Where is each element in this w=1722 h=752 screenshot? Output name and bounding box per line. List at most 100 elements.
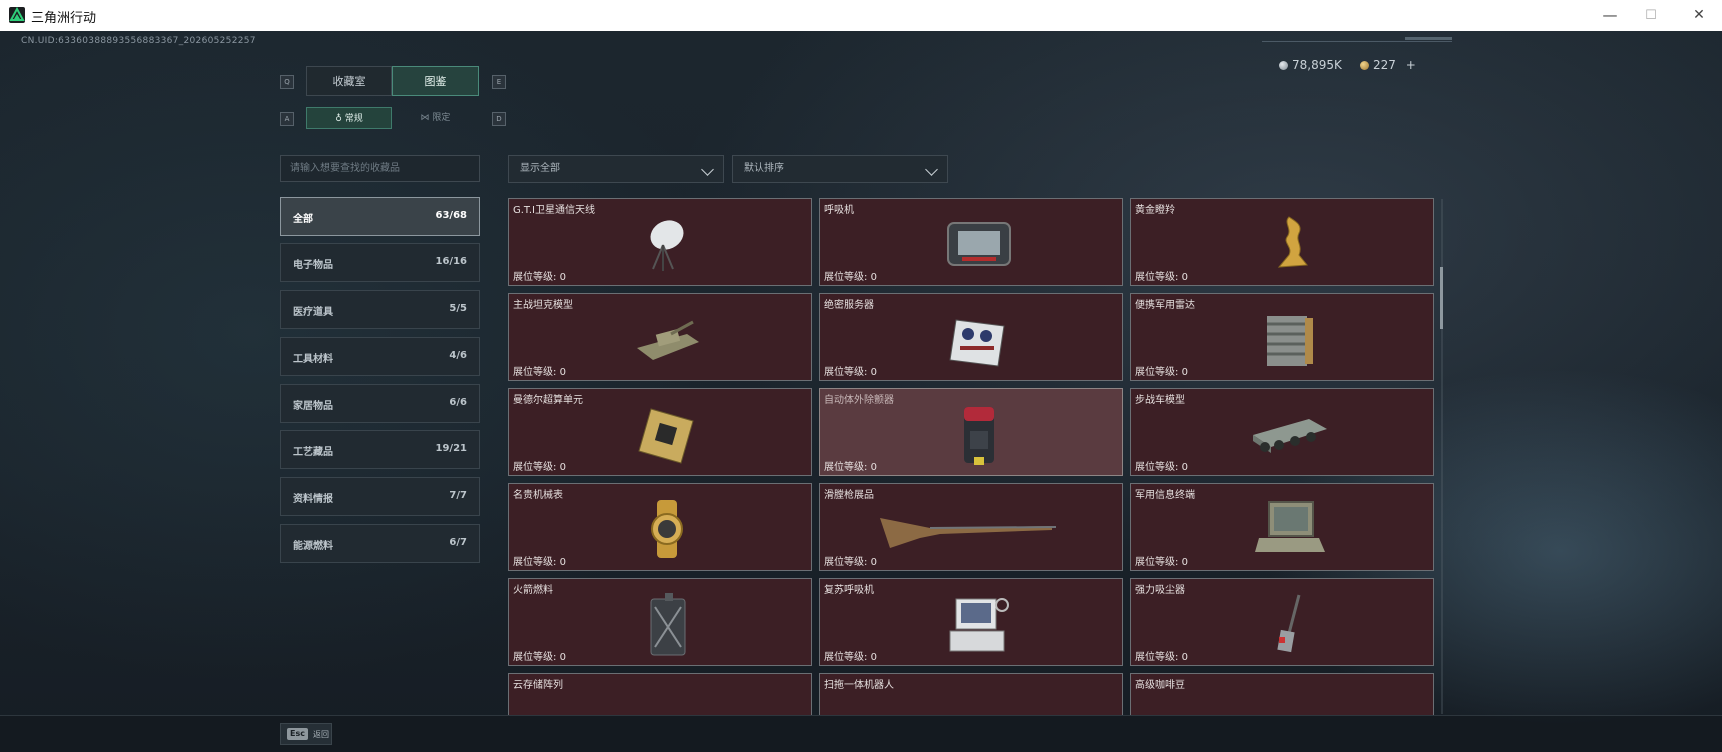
subtab-regular-label: 常规 (344, 114, 363, 124)
key-hint-d: D (492, 112, 506, 126)
item-name: 自动体外除颤器 (824, 395, 894, 406)
ventilator-icon (947, 222, 1011, 266)
item-level: 展位等级: 0 (513, 557, 566, 568)
filter-dropdown-value: 显示全部 (520, 163, 560, 174)
minimize-button[interactable]: — (1587, 0, 1633, 31)
item-name: G.T.I卫星通信天线 (513, 205, 595, 216)
radar-icon (1267, 316, 1313, 366)
category-household[interactable]: 家居物品 6/6 (280, 384, 480, 423)
sort-dropdown[interactable]: 默认排序 (732, 155, 948, 183)
item-name: 复苏呼吸机 (824, 585, 874, 596)
resuscitator-icon (949, 598, 1009, 652)
item-level: 展位等级: 0 (824, 462, 877, 473)
close-button[interactable]: ✕ (1676, 0, 1722, 31)
item-card[interactable]: 绝密服务器 展位等级: 0 (819, 293, 1123, 381)
key-hint-e: E (492, 75, 506, 89)
item-level: 展位等级: 0 (824, 272, 877, 283)
category-crafts[interactable]: 工艺藏品 19/21 (280, 430, 480, 469)
item-name: 主战坦克模型 (513, 300, 573, 311)
item-level: 展位等级: 0 (1135, 557, 1188, 568)
subtab-limited-label: 限定 (432, 113, 451, 123)
item-name: 高级咖啡豆 (1135, 680, 1185, 691)
search-input[interactable]: 请输入想要查找的收藏品 (280, 155, 480, 182)
item-name: 呼吸机 (824, 205, 854, 216)
window-titlebar: 三角洲行动 — ☐ ✕ (0, 0, 1722, 32)
tab-codex[interactable]: 图鉴 (392, 66, 479, 96)
back-label: 返回 (313, 730, 329, 739)
item-card[interactable]: 呼吸机 展位等级: 0 (819, 198, 1123, 286)
category-all[interactable]: 全部 63/68 (280, 197, 480, 236)
item-card[interactable]: 强力吸尘器 展位等级: 0 (1130, 578, 1434, 666)
item-name: 火箭燃料 (513, 585, 553, 596)
bottom-bar (0, 715, 1722, 752)
satellite-dish-icon (650, 220, 684, 271)
item-card[interactable]: 步战车模型 展位等级: 0 (1130, 388, 1434, 476)
watch-icon (651, 500, 683, 558)
item-card[interactable]: 曼德尔超算单元 展位等级: 0 (508, 388, 812, 476)
subtab-regular[interactable]: ♁ 常规 (306, 107, 392, 129)
vacuum-icon (1277, 594, 1301, 653)
category-tools[interactable]: 工具材料 4/6 (280, 337, 480, 376)
item-level: 展位等级: 0 (513, 272, 566, 283)
item-card[interactable]: 自动体外除颤器 展位等级: 0 (819, 388, 1123, 476)
terminal-icon (1255, 501, 1325, 552)
fuel-can-icon (650, 593, 686, 656)
supercomputer-unit-icon (638, 408, 694, 464)
item-card[interactable]: 主战坦克模型 展位等级: 0 (508, 293, 812, 381)
item-card[interactable]: 名贵机械表 展位等级: 0 (508, 483, 812, 571)
key-hint-q: Q (280, 75, 294, 89)
window-title: 三角洲行动 (31, 11, 97, 26)
currency-gold: 227 + (1360, 58, 1416, 72)
item-name: 云存储阵列 (513, 680, 563, 691)
category-energy[interactable]: 能源燃料 6/7 (280, 524, 480, 563)
item-name: 黄金瞪羚 (1135, 205, 1175, 216)
item-name: 曼德尔超算单元 (513, 395, 583, 406)
item-name: 滑膛枪展品 (824, 490, 874, 501)
item-name: 强力吸尘器 (1135, 585, 1185, 596)
tank-model-icon (637, 320, 699, 360)
category-medical[interactable]: 医疗道具 5/5 (280, 290, 480, 329)
esc-key-hint: Esc (287, 728, 308, 740)
decoration-line (1262, 41, 1452, 42)
key-hint-a: A (280, 112, 294, 126)
limited-icon: ⋈ (420, 113, 430, 123)
item-card[interactable]: 滑膛枪展品 展位等级: 0 (819, 483, 1123, 571)
golden-gazelle-icon (1277, 216, 1308, 268)
item-card[interactable]: 便携军用雷达 展位等级: 0 (1130, 293, 1434, 381)
item-level: 展位等级: 0 (824, 557, 877, 568)
item-name: 绝密服务器 (824, 300, 874, 311)
item-level: 展位等级: 0 (1135, 462, 1188, 473)
category-electronics[interactable]: 电子物品 16/16 (280, 243, 480, 282)
item-level: 展位等级: 0 (1135, 367, 1188, 378)
item-level: 展位等级: 0 (1135, 272, 1188, 283)
add-currency-button[interactable]: + (1406, 58, 1416, 72)
defibrillator-icon (964, 407, 994, 465)
back-button[interactable]: Esc 返回 (280, 723, 332, 745)
scrollbar-thumb[interactable] (1440, 267, 1443, 329)
item-card[interactable]: 高级咖啡豆 (1130, 673, 1434, 716)
item-card[interactable]: 云存储阵列 (508, 673, 812, 716)
server-icon (949, 319, 1005, 367)
item-level: 展位等级: 0 (1135, 652, 1188, 663)
item-card[interactable]: 军用信息终端 展位等级: 0 (1130, 483, 1434, 571)
decoration-bar (1405, 37, 1452, 40)
maximize-button[interactable]: ☐ (1628, 0, 1674, 31)
item-name: 军用信息终端 (1135, 490, 1195, 501)
regular-icon: ♁ (335, 114, 342, 124)
item-card[interactable]: 黄金瞪羚 展位等级: 0 (1130, 198, 1434, 286)
item-name: 扫拖一体机器人 (824, 680, 894, 691)
item-card[interactable]: 复苏呼吸机 展位等级: 0 (819, 578, 1123, 666)
sort-dropdown-value: 默认排序 (744, 163, 784, 174)
item-name: 名贵机械表 (513, 490, 563, 501)
item-level: 展位等级: 0 (513, 367, 566, 378)
item-card[interactable]: G.T.I卫星通信天线 展位等级: 0 (508, 198, 812, 286)
tab-collection-room[interactable]: 收藏室 (306, 66, 392, 96)
filter-dropdown[interactable]: 显示全部 (508, 155, 724, 183)
subtab-limited[interactable]: ⋈ 限定 (392, 107, 479, 129)
item-level: 展位等级: 0 (513, 652, 566, 663)
category-intel[interactable]: 资料情报 7/7 (280, 477, 480, 516)
item-name: 便携军用雷达 (1135, 300, 1195, 311)
item-card[interactable]: 火箭燃料 展位等级: 0 (508, 578, 812, 666)
item-card[interactable]: 扫拖一体机器人 (819, 673, 1123, 716)
item-name: 步战车模型 (1135, 395, 1185, 406)
